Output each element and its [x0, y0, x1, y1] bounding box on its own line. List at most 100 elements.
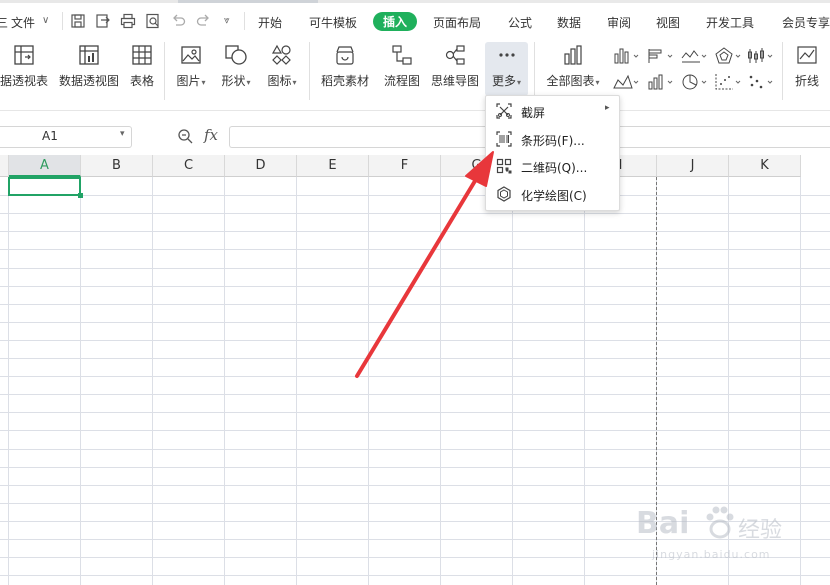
picture-button[interactable]: 图片▾ [172, 44, 210, 89]
icon-library-label: 图标 [267, 74, 292, 88]
watermark-brand-cn: 经验 [738, 518, 783, 543]
column-header-d[interactable]: D [225, 155, 297, 177]
chevron-down-icon[interactable]: ∨ [42, 15, 49, 26]
more-button[interactable]: 更多▾ [485, 42, 528, 96]
flowchart-icon [392, 45, 412, 65]
pivot-table-button[interactable]: 据透视表 [0, 44, 50, 89]
daoke-material-label: 稻壳素材 [320, 74, 369, 88]
pivot-table-label: 据透视表 [0, 74, 48, 88]
column-chart-icon[interactable] [612, 46, 642, 66]
qrcode-icon [496, 158, 512, 174]
tab-templates[interactable]: 可牛模板 [309, 14, 357, 31]
screenshot-icon [496, 103, 512, 119]
redo-icon[interactable] [196, 13, 212, 29]
tab-formulas[interactable]: 公式 [508, 14, 532, 31]
tab-page-layout[interactable]: 页面布局 [433, 14, 481, 31]
menu-item-label: 截屏 [521, 106, 546, 120]
menu-item-label: 化学绘图(C) [521, 189, 587, 203]
flowchart-button[interactable]: 流程图 [381, 44, 423, 89]
print-preview-icon[interactable] [145, 13, 161, 29]
bar-chart-icon [564, 45, 582, 65]
column-header-e[interactable]: E [297, 155, 369, 177]
column-header-b[interactable]: B [81, 155, 153, 177]
pivot-chart-label: 数据透视图 [58, 74, 119, 88]
tab-view[interactable]: 视图 [656, 14, 680, 31]
pivot-chart-button[interactable]: 数据透视图 [58, 44, 120, 89]
hamburger-icon[interactable]: 三 [0, 14, 8, 31]
title-bar: 三 文件 ∨ ⩔ 开始 可牛模板 插入 页面布局 公式 数据 审阅 视图 开发工… [0, 0, 830, 34]
name-box[interactable]: A1 ▾ [0, 126, 132, 148]
picture-icon [181, 46, 201, 64]
menu-item-screenshot[interactable]: 截屏 ▸ [486, 98, 619, 125]
file-menu-button[interactable]: 文件 [11, 14, 35, 31]
area-chart-icon[interactable] [612, 72, 642, 92]
column-header-c[interactable]: C [153, 155, 225, 177]
export-icon[interactable] [95, 13, 111, 29]
horizontal-bar-chart-icon[interactable] [646, 46, 676, 66]
tab-review[interactable]: 审阅 [607, 14, 631, 31]
scatter-chart-icon[interactable] [714, 72, 744, 92]
menu-item-label: 二维码(Q)... [521, 161, 588, 175]
shape-label: 形状 [221, 74, 246, 88]
menu-item-label: 条形码(F)... [521, 134, 585, 148]
quick-access-dropdown-icon[interactable]: ⩔ [224, 15, 230, 26]
chemistry-icon [497, 186, 511, 202]
column-header-j[interactable]: J [657, 155, 729, 177]
ribbon-insert: 据透视表 数据透视图 表格 图片▾ 形状▾ 图标▾ 稻壳素材 流程图 思维导图 … [0, 34, 830, 111]
table-icon [132, 45, 152, 65]
menu-item-chemistry[interactable]: 化学绘图(C) [486, 181, 619, 208]
save-icon[interactable] [70, 13, 86, 29]
print-icon[interactable] [120, 13, 136, 29]
shop-icon [336, 46, 354, 65]
line-sparkline-label: 折线 [794, 74, 819, 88]
combo-chart-icon[interactable] [646, 72, 676, 92]
watermark-brand: Bai [636, 506, 690, 541]
tab-developer[interactable]: 开发工具 [706, 14, 754, 31]
radar-chart-icon[interactable] [714, 46, 744, 66]
tab-insert[interactable]: 插入 [373, 12, 418, 31]
active-cell-a1[interactable] [8, 177, 81, 196]
line-sparkline-button[interactable]: 折线 [790, 44, 824, 89]
pie-chart-icon[interactable] [680, 72, 710, 92]
fx-button[interactable]: fx [204, 126, 218, 144]
all-charts-label: 全部图表 [546, 74, 595, 88]
paw-logo-icon [706, 506, 734, 539]
undo-icon[interactable] [170, 13, 186, 29]
window-tab-strip [0, 0, 830, 3]
column-header-k[interactable]: K [729, 155, 801, 177]
name-box-dropdown-icon[interactable]: ▾ [120, 129, 125, 139]
table-label: 表格 [129, 74, 154, 88]
sparkline-icon [797, 46, 817, 64]
line-chart-icon[interactable] [680, 46, 710, 66]
menu-item-qrcode[interactable]: 二维码(Q)... [486, 153, 619, 180]
table-button[interactable]: 表格 [126, 44, 158, 89]
tab-data[interactable]: 数据 [557, 14, 581, 31]
shape-button[interactable]: 形状▾ [217, 44, 255, 89]
watermark-domain: jingyan.baidu.com [652, 548, 771, 561]
column-header-f[interactable]: F [369, 155, 441, 177]
zoom-icon[interactable] [177, 128, 193, 144]
more-dropdown-menu: 截屏 ▸ 条形码(F)... 二维码(Q)... 化学绘图(C) [485, 95, 620, 211]
menu-item-barcode[interactable]: 条形码(F)... [486, 126, 619, 153]
icon-library-button[interactable]: 图标▾ [263, 44, 301, 89]
pivot-table-icon [14, 45, 34, 65]
mindmap-button[interactable]: 思维导图 [430, 44, 480, 89]
mindmap-icon [445, 45, 465, 65]
dot-chart-icon[interactable] [746, 72, 776, 92]
fill-handle[interactable] [78, 193, 83, 198]
pivot-chart-icon [79, 45, 99, 65]
barcode-icon [496, 131, 512, 147]
mindmap-label: 思维导图 [430, 74, 479, 88]
tab-member[interactable]: 会员专享 [782, 14, 830, 31]
flowchart-label: 流程图 [383, 74, 420, 88]
icon-library-icon [271, 44, 291, 65]
shape-icon [225, 45, 247, 65]
select-all-corner[interactable] [0, 155, 9, 177]
cell-reference: A1 [42, 129, 58, 143]
tab-home[interactable]: 开始 [258, 14, 282, 31]
all-charts-button[interactable]: 全部图表▾ [542, 44, 604, 89]
column-header-a[interactable]: A [9, 155, 81, 177]
stock-chart-icon[interactable] [746, 46, 776, 66]
baidu-watermark: Bai 经验 jingyan.baidu.com [610, 490, 810, 570]
daoke-material-button[interactable]: 稻壳素材 [318, 44, 372, 89]
